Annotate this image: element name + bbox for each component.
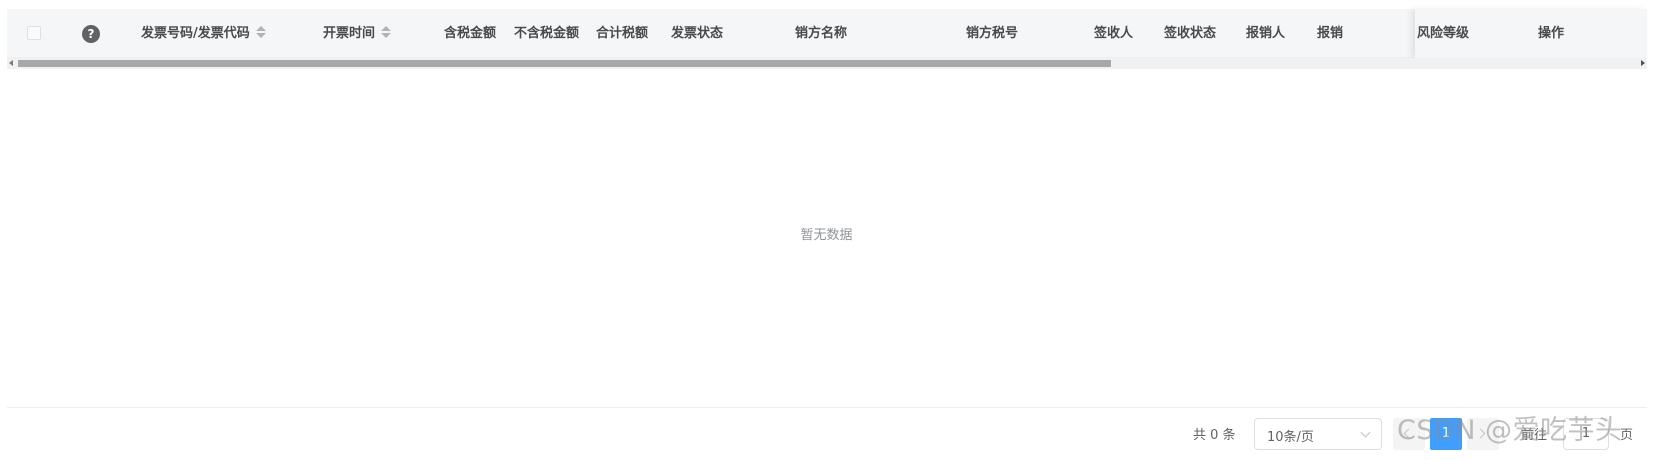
column-header-reimburser: 报销人	[1246, 26, 1286, 41]
column-header-amount-with-tax: 含税金额	[444, 26, 497, 41]
column-header-receipt-status: 签收状态	[1164, 26, 1217, 41]
table-header: ? 发票号码/发票代码 开票时间 含税金额 不含税金额 合计税额 发票状态 销方…	[7, 9, 1647, 58]
column-header-risk-level: 风险等级	[1417, 26, 1470, 41]
horizontal-scrollbar[interactable]	[7, 58, 1647, 69]
pagination-total: 共 0 条	[1193, 428, 1236, 443]
column-header-invoice-status: 发票状态	[671, 26, 724, 41]
scrollbar-thumb[interactable]	[18, 60, 1111, 67]
column-header-issue-time[interactable]: 开票时间	[323, 9, 392, 58]
invoice-table: ? 发票号码/发票代码 开票时间 含税金额 不含税金额 合计税额 发票状态 销方…	[7, 9, 1647, 69]
empty-state-text: 暂无数据	[800, 228, 853, 243]
sort-icon[interactable]	[381, 25, 392, 39]
scroll-right-arrow-icon[interactable]	[1641, 60, 1645, 66]
sort-icon[interactable]	[255, 25, 266, 39]
watermark: CSDN @爱吃芋头	[1397, 415, 1623, 446]
column-header-total-tax: 合计税额	[596, 26, 649, 41]
column-header-seller-name: 销方名称	[795, 26, 848, 41]
page-size-value: 10条/页	[1267, 430, 1314, 445]
help-icon[interactable]: ?	[82, 25, 100, 43]
column-header-reimburse-partial: 报销	[1317, 26, 1344, 41]
select-all-checkbox[interactable]	[27, 26, 41, 40]
column-header-actions: 操作	[1538, 26, 1565, 41]
column-header-amount-without-tax: 不含税金额	[514, 26, 580, 41]
chevron-down-icon	[1360, 427, 1371, 438]
column-header-invoice-no[interactable]: 发票号码/发票代码	[141, 9, 266, 58]
column-header-receiver: 签收人	[1094, 26, 1134, 41]
column-header-seller-tax-id: 销方税号	[966, 26, 1019, 41]
scroll-left-arrow-icon[interactable]	[9, 60, 13, 66]
fixed-right-columns: 风险等级 操作	[1415, 9, 1647, 58]
page-size-select[interactable]: 10条/页	[1254, 418, 1382, 450]
